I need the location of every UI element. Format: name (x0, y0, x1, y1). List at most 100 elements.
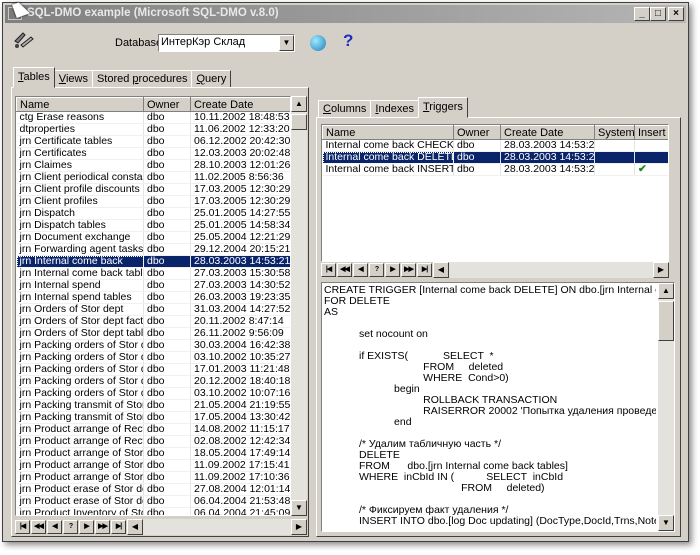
table-cell: 11.09.2002 17:10:36 (190, 471, 290, 484)
table-row[interactable]: jrn Client profiles dbo 17.03.2005 12:30:2… (16, 195, 290, 208)
tables-hscrollbar[interactable]: ◀ ▶ (127, 519, 307, 535)
scroll-up-button[interactable]: ▲ (291, 96, 307, 112)
tab-columns[interactable]: Columns (318, 100, 372, 118)
nav-button-0[interactable]: |◀ (321, 263, 336, 277)
nav-button-6[interactable]: ▶| (111, 520, 126, 534)
window-controls: _ □ × (634, 7, 684, 21)
nav-button-4[interactable]: ▶ (79, 520, 94, 534)
table-row[interactable]: jrn Document exchange dbo 25.05.2004 12:21… (16, 231, 290, 244)
table-row[interactable]: jrn Forwarding agent tasks dbo 29.12.2004 … (16, 243, 290, 256)
nav-button-5[interactable]: ▶▶ (401, 263, 416, 277)
help-icon[interactable]: ? (343, 31, 353, 51)
table-row[interactable]: jrn Dispatch dbo 25.01.2005 14:27:55 (16, 207, 290, 220)
table-cell: dbo (143, 399, 191, 412)
table-row[interactable]: dtproperties dbo 11.06.2002 12:33:20 (16, 123, 290, 136)
scroll-up-button[interactable]: ▲ (658, 283, 674, 299)
table-row[interactable]: jrn Packing orders of Stor deptdbo30.03.… (16, 339, 290, 352)
title-bar[interactable]: SQL-DMO example (Microsoft SQL-DMO v.8.0… (5, 5, 686, 23)
column-header[interactable]: Name (16, 97, 144, 112)
tab-indexes[interactable]: Indexes (370, 100, 419, 118)
tab-triggers[interactable]: Triggers (417, 97, 468, 118)
table-row[interactable]: jrn Internal come back dbo 28.03.2003 14:5… (16, 255, 290, 268)
table-cell: 25.01.2005 14:58:34 (190, 219, 290, 232)
connect-wizard-icon[interactable] (13, 31, 35, 54)
database-select[interactable]: ИнтерКэр Склад ▼ (158, 34, 295, 52)
table-row[interactable]: jrn Internal spend dbo 27.03.2003 14:30:52 (16, 279, 290, 292)
table-row[interactable]: jrn Packing transmit of Stor deptdbo17.0… (16, 411, 290, 424)
sql-vscrollbar[interactable]: ▲ ▼ (658, 283, 674, 531)
table-row[interactable]: jrn Certificates dbo 12.03.2003 20:02:48 (16, 147, 290, 160)
table-row[interactable]: jrn Packing transmit of Stor deptdbo21.0… (16, 399, 290, 412)
nav-button-2[interactable]: ◀ (353, 263, 368, 277)
scroll-down-button[interactable]: ▼ (658, 515, 674, 531)
column-header[interactable]: System (594, 125, 635, 140)
nav-button-6[interactable]: ▶| (417, 263, 432, 277)
table-cell: 28.10.2003 12:01:26 (190, 159, 290, 172)
table-row[interactable]: jrn Claimes dbo 28.10.2003 12:01:26 (16, 159, 290, 172)
nav-button-1[interactable]: ◀◀ (337, 263, 352, 277)
table-row[interactable]: jrn Product arrange of Stor deptdbo11.09… (16, 459, 290, 472)
table-row[interactable]: jrn Packing orders of Stor deptdbo20.12.… (16, 375, 290, 388)
column-header[interactable]: Insert (634, 125, 668, 140)
table-row[interactable]: jrn Orders of Stor dept tables dbo 26.11.2… (16, 327, 290, 340)
sql-code: CREATE TRIGGER [Internal come back DELET… (324, 285, 656, 529)
close-button[interactable]: × (668, 7, 684, 21)
table-row[interactable]: jrn Client periodical constants dbo 11.02.… (16, 171, 290, 184)
maximize-button[interactable]: □ (650, 7, 666, 21)
table-row[interactable]: jrn Product erase of Stor dept tadbo06.0… (16, 495, 290, 508)
table-row[interactable]: jrn Product erase of Stor dept dbo 27.08.2… (16, 483, 290, 496)
table-row[interactable]: jrn Orders of Stor dept dbo 31.03.2004 14:… (16, 303, 290, 316)
triggers-hscrollbar[interactable]: ◀ ▶ (433, 262, 669, 278)
tables-grid[interactable]: Name Owner Create Date ctg Erase reasons db… (15, 96, 291, 516)
scroll-right-button[interactable]: ▶ (291, 519, 307, 535)
trigger-row[interactable]: Internal come back INSERT dbo 28.03.2003 1… (322, 163, 668, 176)
triggers-grid[interactable]: Name Owner Create Date System Insert Interna… (321, 124, 669, 262)
nav-button-4[interactable]: ▶ (385, 263, 400, 277)
table-row[interactable]: jrn Product Inventory of Stor dedbo06.04… (16, 507, 290, 515)
scroll-thumb[interactable] (291, 114, 307, 130)
table-row[interactable]: jrn Packing orders of Stor deptdbo03.10.… (16, 351, 290, 364)
column-header[interactable]: Owner (453, 125, 501, 140)
tab-views[interactable]: Views (53, 70, 93, 88)
nav-button-3[interactable]: ? (369, 263, 384, 277)
trigger-row[interactable]: Internal come back CHECK dbo 28.03.2003 14… (322, 139, 668, 152)
trigger-row[interactable]: Internal come back DELETE dbo 28.03.2003 1… (322, 151, 668, 164)
nav-button-3[interactable]: ? (63, 520, 78, 534)
table-row[interactable]: jrn Product arrange of Stor deptdbo18.05… (16, 447, 290, 460)
nav-button-2[interactable]: ◀ (47, 520, 62, 534)
nav-button-5[interactable]: ▶▶ (95, 520, 110, 534)
trigger-sql-text[interactable]: CREATE TRIGGER [Internal come back DELET… (321, 282, 675, 532)
tab-tables[interactable]: Tables (13, 67, 55, 88)
table-row[interactable]: ctg Erase reasons dbo 10.11.2002 18:48:53 (16, 111, 290, 124)
chevron-down-icon[interactable]: ▼ (279, 35, 294, 51)
scroll-right-button[interactable]: ▶ (653, 262, 669, 278)
tab-stored-procedures[interactable]: Stored procedures (91, 70, 193, 88)
table-row[interactable]: jrn Product arrange of Recv deptdbo02.08… (16, 435, 290, 448)
minimize-button[interactable]: _ (634, 7, 650, 21)
table-row[interactable]: jrn Packing orders of Stor deptdbo17.01.… (16, 363, 290, 376)
table-row[interactable]: jrn Packing orders of Stor deptdbo03.10.… (16, 387, 290, 400)
column-header[interactable]: Name (322, 125, 454, 140)
table-row[interactable]: jrn Client profile discounts dbo 17.03.200… (16, 183, 290, 196)
table-row[interactable]: jrn Product arrange of Stor deptdbo11.09… (16, 471, 290, 484)
scroll-down-button[interactable]: ▼ (291, 500, 307, 516)
table-row[interactable]: jrn Orders of Stor dept facts dbo 20.11.20… (16, 315, 290, 328)
scroll-thumb[interactable] (658, 301, 674, 341)
table-row[interactable]: jrn Certificate tables dbo 06.12.2002 20:4… (16, 135, 290, 148)
nav-button-1[interactable]: ◀◀ (31, 520, 46, 534)
sql-line: FROM deleted) (324, 483, 545, 494)
tab-query[interactable]: Query (191, 70, 232, 88)
table-row[interactable]: jrn Internal spend tables dbo 26.03.2003 1… (16, 291, 290, 304)
scroll-left-button[interactable]: ◀ (127, 519, 143, 535)
table-row[interactable]: jrn Product arrange of Recv deptdbo14.08… (16, 423, 290, 436)
table-row[interactable]: jrn Internal come back tables dbo 27.03.20… (16, 267, 290, 280)
empty-cell (595, 231, 635, 242)
tables-vscrollbar[interactable]: ▲ ▼ (291, 96, 307, 516)
table-row[interactable]: jrn Dispatch tables dbo 25.01.2005 14:58:3… (16, 219, 290, 232)
column-header[interactable]: Create Date (500, 125, 595, 140)
column-header[interactable]: Create Date (190, 97, 290, 112)
nav-button-0[interactable]: |◀ (15, 520, 30, 534)
refresh-icon[interactable] (310, 35, 326, 51)
scroll-left-button[interactable]: ◀ (433, 262, 449, 278)
column-header[interactable]: Owner (143, 97, 191, 112)
